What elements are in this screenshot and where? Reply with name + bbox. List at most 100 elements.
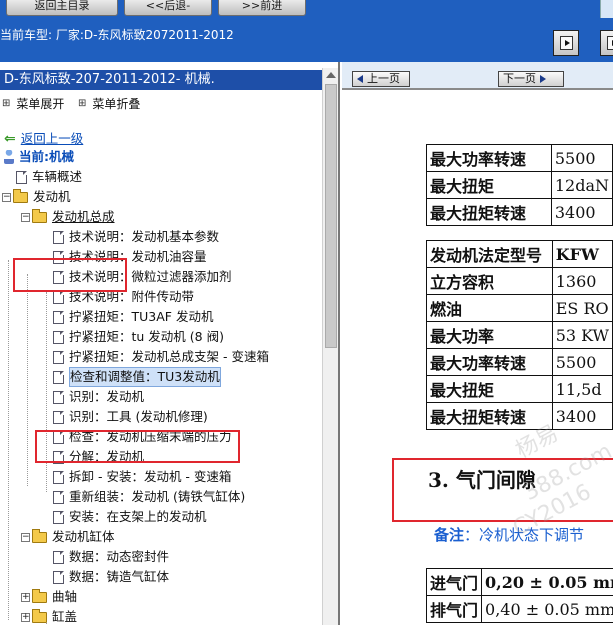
table-cell: 最大扭矩	[426, 375, 553, 403]
expand-icon[interactable]: +	[21, 592, 30, 602]
next-page-label: 下一页	[503, 72, 536, 85]
table-row: 立方容积 1360	[426, 267, 613, 295]
table-cell: 最大功率转速	[426, 348, 553, 376]
table-cell: ES RO	[551, 294, 613, 322]
tree-item-doc[interactable]: 拧紧扭矩：TU3AF 发动机	[53, 308, 213, 326]
tree-item-label: 拆卸 - 安装：发动机 - 变速箱	[69, 469, 232, 484]
tree-item-engine[interactable]: − 发动机	[2, 188, 71, 206]
tree-item-vehicle-overview[interactable]: 车辆概述	[16, 168, 82, 186]
menu-collapse-link[interactable]: ⊞ 菜单折叠	[78, 95, 140, 112]
table-row: 最大扭矩 11,5d	[426, 375, 613, 403]
page-nav-bar: 上一页 下一页	[342, 62, 613, 90]
tree-item-doc[interactable]: 拧紧扭矩：tu 发动机 (8 阀)	[53, 328, 224, 346]
prev-page-button[interactable]: 上一页	[352, 71, 410, 87]
document-icon	[53, 230, 64, 244]
collapse-icon[interactable]: −	[2, 192, 11, 202]
menu-expand-link[interactable]: ⊞ 菜单展开	[2, 95, 64, 112]
highlight-box	[35, 430, 240, 463]
document-icon	[53, 350, 64, 364]
back-up-link[interactable]: ⇐ 返回上一级	[4, 130, 83, 148]
tree-item-doc[interactable]: 拆卸 - 安装：发动机 - 变速箱	[53, 468, 231, 486]
node-icon	[4, 150, 14, 164]
tree-item-label: 拧紧扭矩：TU3AF 发动机	[69, 309, 214, 324]
table-cell: 最大扭矩	[426, 171, 552, 199]
table-row: 燃油 ES RO	[426, 294, 613, 322]
back-up-label: 返回上一级	[20, 131, 84, 146]
table-row: 最大扭矩转速 3400	[426, 198, 613, 226]
tree-item-label: 检查和调整值：TU3发动机	[69, 367, 221, 387]
document-icon	[53, 370, 64, 384]
nav-tree: ⇐ 返回上一级 当前:机械 车辆概述 − 发动机 − 发动机总成 技术说明：发动…	[0, 130, 320, 625]
tree-item-label: 发动机缸体	[52, 529, 115, 544]
content-panel: 上一页 下一页 最大功率转速 5500 最大扭矩 12daN 最大扭矩转速 3400 …	[342, 62, 613, 625]
table-cell: 立方容积	[426, 267, 553, 295]
tree-item-doc[interactable]: 识别：工具 (发动机修理)	[53, 408, 208, 426]
home-button[interactable]: 返回主目录	[6, 0, 118, 16]
scroll-thumb[interactable]	[325, 84, 337, 348]
tree-item-crankshaft[interactable]: + 曲轴	[21, 588, 77, 606]
document-icon	[16, 170, 27, 184]
tree-item-label: 技术说明：发动机基本参数	[69, 229, 220, 244]
table-cell: 0,40 ± 0.05 mm	[481, 595, 613, 623]
play-icon	[607, 36, 613, 50]
tree-item-doc-selected[interactable]: 检查和调整值：TU3发动机	[53, 367, 221, 387]
tree-item-cylinder-head[interactable]: + 缸盖	[21, 608, 77, 625]
table-cell: 进气门	[425, 568, 483, 596]
tree-item-engine-assembly[interactable]: − 发动机总成	[21, 208, 115, 226]
tree-item-label: 发动机	[33, 189, 71, 204]
table-cell: 发动机法定型号	[426, 240, 553, 268]
triangle-right-icon	[540, 75, 546, 83]
table-cell: 3400	[551, 402, 613, 430]
play-icon-button[interactable]	[553, 30, 579, 56]
tree-item-doc[interactable]: 技术说明：发动机基本参数	[53, 228, 219, 246]
tree-item-engine-block[interactable]: − 发动机缸体	[21, 528, 115, 546]
table-cell: 排气门	[425, 595, 483, 623]
tree-item-doc[interactable]: 重新组装：发动机 (铸铁气缸体)	[53, 488, 245, 506]
table-cell: 最大功率转速	[426, 144, 552, 172]
table-cell: 燃油	[426, 294, 553, 322]
collapse-icon[interactable]: −	[21, 212, 30, 222]
table-cell: 5500	[551, 348, 613, 376]
scroll-up-icon[interactable]	[326, 72, 336, 78]
table-row: 最大功率转速 5500	[426, 144, 613, 172]
tree-item-label: 缸盖	[52, 609, 78, 624]
tree-item-label: 车辆概述	[32, 169, 83, 184]
tree-item-label: 发动机总成	[52, 209, 115, 224]
forward-button[interactable]: >>前进	[218, 0, 306, 16]
document-icon	[53, 410, 64, 424]
tree-item-doc[interactable]: 安装：在支架上的发动机	[53, 508, 207, 526]
tree-item-label: 安装：在支架上的发动机	[69, 509, 207, 524]
next-icon-button[interactable]	[600, 30, 613, 56]
collapse-icon[interactable]: −	[21, 532, 30, 542]
nav-scrollbar[interactable]	[322, 68, 338, 625]
menu-collapse-label: 菜单折叠	[92, 97, 141, 111]
current-model-label: 当前车型: 厂家:D-东风标致2072011-2012	[0, 28, 234, 42]
expand-icon[interactable]: +	[21, 612, 30, 622]
tree-item-doc[interactable]: 识别：发动机	[53, 388, 144, 406]
tree-item-doc[interactable]: 数据：动态密封件	[53, 548, 169, 566]
back-button[interactable]: <<后退-	[124, 0, 212, 16]
tree-item-label: 拧紧扭矩：tu 发动机 (8 阀)	[69, 329, 224, 344]
folder-icon	[32, 608, 47, 623]
nav-title: D-东风标致-207-2011-2012- 机械.	[0, 70, 322, 90]
current-node-label: 当前:机械	[19, 149, 74, 164]
table-cell: 12daN	[550, 171, 613, 199]
grid-icon: ⊞	[78, 98, 87, 109]
back-arrow-icon: ⇐	[4, 131, 16, 147]
folder-open-icon	[32, 528, 47, 543]
document-icon	[53, 390, 64, 404]
next-page-button[interactable]: 下一页	[498, 71, 564, 87]
tree-item-doc[interactable]: 数据：铸造气缸体	[53, 568, 169, 586]
tree-item-label: 识别：工具 (发动机修理)	[69, 409, 208, 424]
tree-item-label: 数据：动态密封件	[69, 549, 170, 564]
menu-expand-label: 菜单展开	[16, 97, 65, 111]
prev-page-label: 上一页	[367, 72, 400, 85]
table-cell: KFW	[551, 240, 613, 268]
current-node: 当前:机械	[4, 148, 74, 166]
tree-item-doc[interactable]: 拧紧扭矩：发动机总成支架 - 变速箱	[53, 348, 269, 366]
triangle-left-icon	[357, 75, 363, 83]
window-edge	[600, 0, 613, 18]
table-cell: 53 KW	[551, 321, 613, 349]
tree-guide	[27, 274, 28, 486]
grid-icon: ⊞	[2, 98, 11, 109]
